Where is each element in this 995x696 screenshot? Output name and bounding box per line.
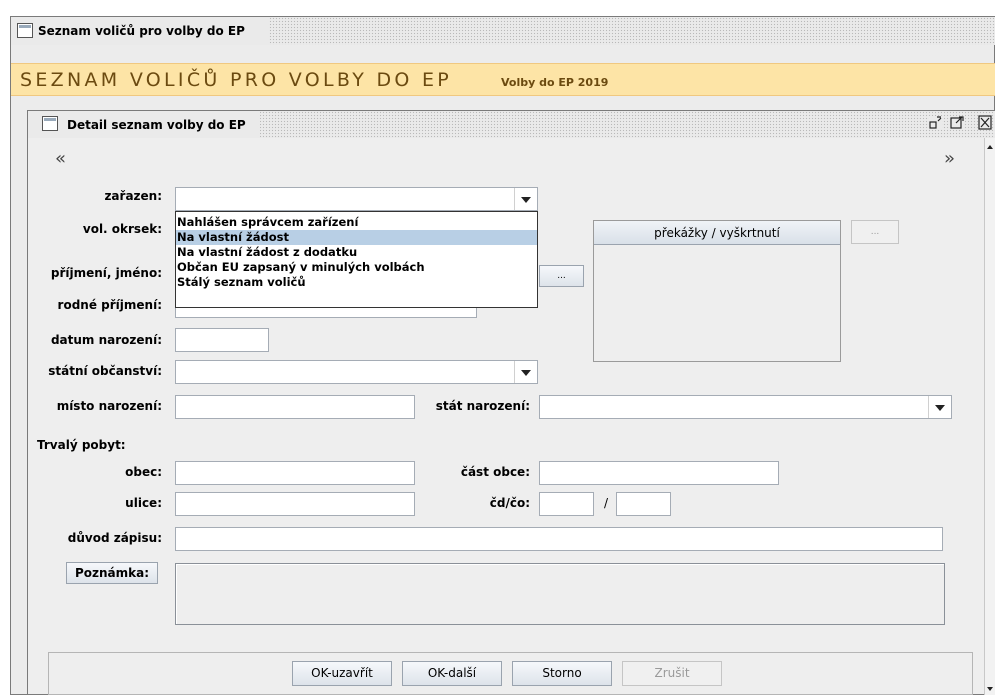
prekazky-button[interactable]: ... [851, 220, 899, 244]
zarazen-dropdown-list[interactable]: Nahlášen správcem zařízení Na vlastní žá… [175, 211, 538, 308]
window-icon [17, 23, 33, 38]
banner-title: SEZNAM VOLIČŮ PRO VOLBY DO EP [20, 69, 453, 91]
dropdown-option[interactable]: Na vlastní žádost z dodatku [176, 245, 537, 260]
next-record-icon[interactable]: » [944, 148, 955, 169]
obec-input[interactable] [175, 461, 415, 485]
ok-uzavrit-button[interactable]: OK-uzavřít [292, 661, 392, 686]
storno-button[interactable]: Storno [512, 661, 612, 686]
poznamka-textarea[interactable] [175, 563, 945, 625]
scroll-down-icon[interactable] [986, 682, 994, 691]
dropdown-option[interactable]: Stálý seznam voličů [176, 275, 537, 290]
prekazky-header[interactable]: překážky / vyškrtnutí [594, 221, 840, 245]
close-icon[interactable] [978, 115, 992, 130]
cd-input[interactable] [539, 492, 594, 516]
dropdown-option[interactable]: Občan EU zapsaný v minulých volbách [176, 260, 537, 275]
detail-window-title: Detail seznam volby do EP [67, 118, 246, 132]
misto-narozeni-input[interactable] [175, 395, 415, 419]
ok-dalsi-button[interactable]: OK-další [402, 661, 502, 686]
stat-narozeni-label: stát narození: [435, 399, 530, 413]
outer-window-title: Seznam voličů pro volby do EP [38, 24, 245, 38]
datum-narozeni-input[interactable] [175, 328, 269, 352]
trvaly-pobyt-heading: Trvalý pobyt: [37, 438, 126, 452]
obec-label: obec: [125, 465, 162, 479]
poznamka-button[interactable]: Poznámka: [66, 562, 158, 584]
co-input[interactable] [616, 492, 671, 516]
stat-narozeni-select[interactable] [539, 395, 952, 419]
zarazen-label: zařazen: [104, 189, 162, 203]
statni-obcanstvi-label: státní občanství: [48, 364, 162, 378]
rodne-prijmeni-label: rodné příjmení: [57, 298, 162, 312]
duvod-zapisu-input[interactable] [175, 527, 943, 551]
chevron-down-icon[interactable] [514, 361, 537, 383]
datum-narozeni-label: datum narození: [50, 333, 162, 347]
chevron-down-icon[interactable] [514, 188, 537, 210]
duvod-zapisu-label: důvod zápisu: [67, 531, 162, 545]
detail-window-icon [42, 116, 58, 131]
vol-okrsek-label: vol. okrsek: [82, 222, 162, 236]
scrollbar[interactable] [984, 138, 995, 695]
minimize-icon[interactable] [929, 116, 942, 129]
dropdown-option-selected[interactable]: Na vlastní žádost [176, 230, 537, 245]
zrusit-button[interactable]: Zrušit [622, 661, 722, 686]
cd-co-label: čd/čo: [489, 496, 530, 510]
chevron-down-icon[interactable] [928, 396, 951, 418]
banner-subtitle: Volby do EP 2019 [501, 76, 609, 89]
statni-obcanstvi-select[interactable] [175, 360, 538, 384]
prev-record-icon[interactable]: « [55, 148, 66, 169]
ulice-input[interactable] [175, 492, 415, 516]
cast-obce-input[interactable] [539, 461, 779, 485]
cd-co-separator: / [604, 496, 609, 510]
zarazen-select[interactable] [175, 187, 538, 211]
ulice-label: ulice: [125, 496, 162, 510]
misto-narozeni-label: místo narození: [56, 399, 162, 413]
footer-bar [48, 652, 973, 695]
name-lookup-button[interactable]: ... [539, 265, 584, 287]
cast-obce-label: část obce: [460, 465, 530, 479]
scroll-up-icon[interactable] [986, 140, 994, 149]
maximize-icon[interactable] [950, 116, 964, 129]
dropdown-option[interactable]: Nahlášen správcem zařízení [176, 215, 537, 230]
prijmeni-jmeno-label: příjmení, jméno: [50, 266, 162, 280]
